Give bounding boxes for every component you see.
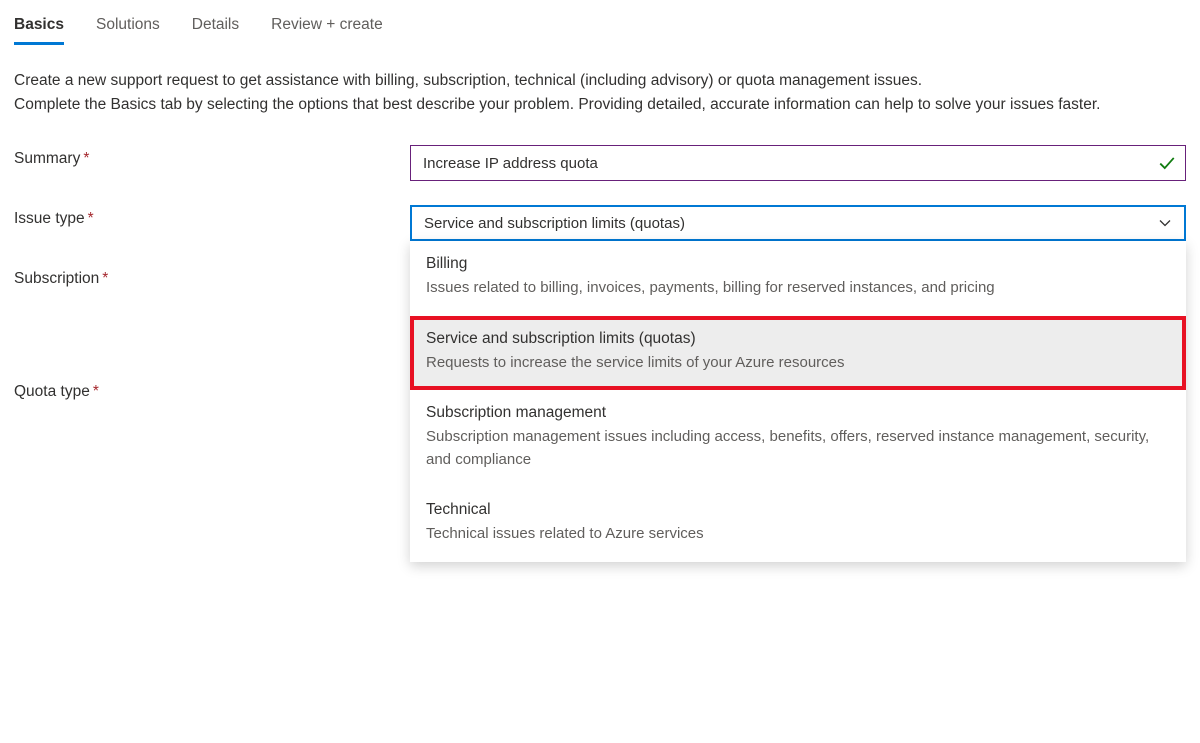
summary-control <box>410 145 1186 181</box>
row-issue-type: Issue type* Service and subscription lim… <box>14 205 1186 241</box>
required-mark: * <box>83 150 89 167</box>
label-quota-type: Quota type* <box>14 378 410 401</box>
option-title: Technical <box>426 501 1170 519</box>
issue-type-control: Service and subscription limits (quotas)… <box>410 205 1186 241</box>
tabs-bar: Basics Solutions Details Review + create <box>14 12 1186 45</box>
option-title: Service and subscription limits (quotas) <box>426 330 1170 348</box>
dropdown-option-billing[interactable]: Billing Issues related to billing, invoi… <box>410 241 1186 316</box>
summary-input[interactable] <box>410 145 1186 181</box>
desc-line1: Create a new support request to get assi… <box>14 72 922 89</box>
dropdown-option-subscription-mgmt[interactable]: Subscription management Subscription man… <box>410 390 1186 487</box>
issue-type-dropdown: Billing Issues related to billing, invoi… <box>410 241 1186 562</box>
label-summary: Summary* <box>14 145 410 168</box>
chevron-down-icon <box>1158 216 1172 230</box>
option-desc: Requests to increase the service limits … <box>426 352 1170 375</box>
label-subscription-text: Subscription <box>14 270 99 287</box>
required-mark: * <box>102 270 108 287</box>
option-title: Subscription management <box>426 404 1170 422</box>
dropdown-option-quotas[interactable]: Service and subscription limits (quotas)… <box>410 316 1186 391</box>
required-mark: * <box>93 383 99 400</box>
label-quota-type-text: Quota type <box>14 383 90 400</box>
tab-details[interactable]: Details <box>192 12 239 44</box>
label-summary-text: Summary <box>14 150 80 167</box>
issue-type-value: Service and subscription limits (quotas) <box>424 215 685 232</box>
option-title: Billing <box>426 255 1170 273</box>
tab-solutions[interactable]: Solutions <box>96 12 160 44</box>
dropdown-option-technical[interactable]: Technical Technical issues related to Az… <box>410 487 1186 562</box>
checkmark-icon <box>1158 154 1176 172</box>
page-description: Create a new support request to get assi… <box>14 69 1174 117</box>
issue-type-select[interactable]: Service and subscription limits (quotas) <box>410 205 1186 241</box>
label-subscription: Subscription* <box>14 265 410 288</box>
tab-review-create[interactable]: Review + create <box>271 12 383 44</box>
tab-basics[interactable]: Basics <box>14 12 64 44</box>
required-mark: * <box>88 210 94 227</box>
row-summary: Summary* <box>14 145 1186 181</box>
label-issue-type: Issue type* <box>14 205 410 228</box>
desc-line2: Complete the Basics tab by selecting the… <box>14 96 1100 113</box>
option-desc: Issues related to billing, invoices, pay… <box>426 277 1170 300</box>
option-desc: Technical issues related to Azure servic… <box>426 523 1170 546</box>
option-desc: Subscription management issues including… <box>426 426 1170 471</box>
label-issue-type-text: Issue type <box>14 210 85 227</box>
